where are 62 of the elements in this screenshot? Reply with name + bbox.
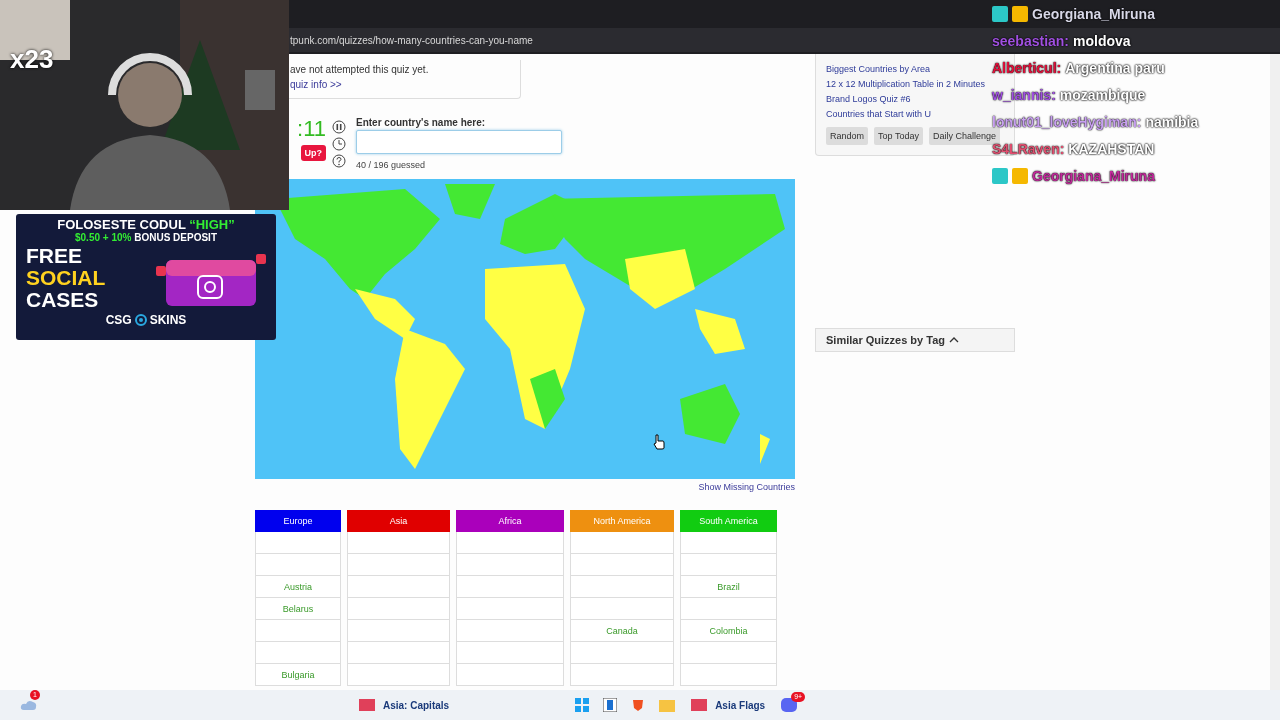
chat-message: KAZAHSTAN [1068,141,1155,157]
attempt-status: ave not attempted this quiz yet. [290,64,430,75]
chat-app-icon[interactable] [781,698,798,712]
chat-badge-icon [1012,6,1028,22]
continent-header: North America [570,510,674,532]
app-icon [359,699,375,711]
chat-message: moldova [1073,33,1131,49]
chat-message: namibia [1145,114,1199,130]
similar-quizzes-toggle[interactable]: Similar Quizzes by Tag [815,328,1015,352]
browser-icon[interactable] [631,698,646,712]
answer-cell: Canada [570,620,674,642]
ad-title-word: SOCIAL [26,267,106,289]
taskbar-window-button[interactable]: Asia Flags [683,692,774,718]
logo-icon [134,314,147,326]
chat-message: Argentina paru [1065,60,1165,76]
quiz-nav-button[interactable]: Random [826,127,869,145]
ad-title-word: FREE [26,245,83,267]
chat-badge-icon [992,6,1008,22]
chat-username: Georgiana_Miruna [1032,6,1155,22]
pause-icon [332,120,346,134]
chat-message: mozambique [1059,87,1146,103]
brand-text: SKINS [149,313,187,327]
answer-input[interactable] [356,130,562,154]
chat-badge-icon [992,168,1008,184]
answer-cell: Brazil [680,576,777,598]
answer-cell: Austria [255,576,341,598]
quiz-nav-button[interactable]: Daily Challenge [928,127,1000,145]
guessed-count: 40 / 196 guessed [356,160,427,170]
chat-username: w_iannis: [992,87,1056,103]
chat-username: Georgiana_Miruna [1032,168,1155,184]
answer-cell: Belarus [255,598,341,620]
chat-badge-icon [1012,168,1028,184]
give-up-button[interactable]: Up? [300,145,326,161]
chat-username: seebastian: [992,33,1070,49]
answer-cell: Colombia [680,620,777,642]
show-missing-link[interactable]: Show Missing Countries [698,482,795,492]
url-text: tpunk.com/quizzes/how-many-countries-can-you-name [290,34,533,46]
ad-title-word: CASES [26,289,100,311]
quiz-nav-button[interactable]: Top Today [874,127,923,145]
app-icon [691,699,708,711]
ad-headline: FOLOSESTE CODUL “HIGH” [57,217,235,232]
answer-cell: Bulgaria [255,664,341,686]
windows-icon[interactable] [575,698,590,712]
brand-text: CSG [105,313,132,327]
continent-header: Europe [255,510,341,532]
ad-offer: $0.50 + 10% BONUS DEPOSIT [75,232,217,243]
continent-header: Asia [347,510,450,532]
timer: :11 [297,117,326,141]
cloud-icon [20,699,38,711]
clock-icon [332,137,346,151]
taskbar-window-button[interactable]: Asia: Capitals [351,692,458,718]
chat-username: lonut01_loveHygiman: [992,114,1142,130]
continent-header: South America [680,510,777,532]
continent-header: Africa [456,510,564,532]
hand-cursor-icon [653,434,665,450]
help-icon [332,154,346,168]
quiz-info-link[interactable]: quiz info >> [290,79,520,90]
chat-username: Alberticul: [992,60,1062,76]
task-view-icon[interactable] [603,698,618,712]
quiz-link[interactable]: 12 x 12 Multiplication Table in 2 Minutes [826,79,1004,89]
counter-text: x23 [10,44,54,75]
answer-label: Enter country's name here: [356,117,487,128]
